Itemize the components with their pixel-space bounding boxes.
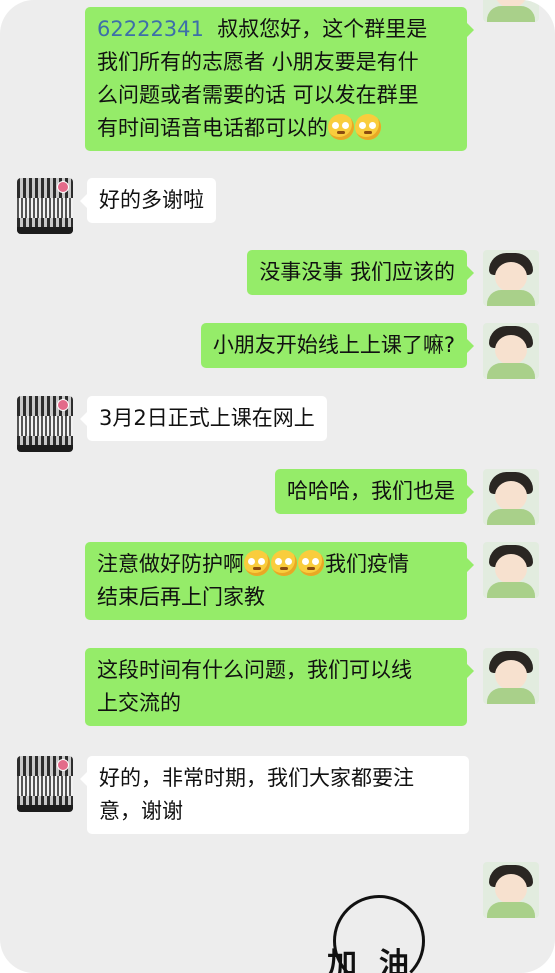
message-text: 哈哈哈，我们也是	[287, 479, 455, 503]
message-bubble-incoming[interactable]: 3月2日正式上课在网上	[80, 396, 327, 441]
message-text: 3月2日正式上课在网上	[99, 406, 315, 430]
message-text: 好的多谢啦	[99, 188, 204, 212]
message-text: 小朋友开始线上上课了嘛?	[212, 333, 455, 357]
message-text: 没事没事 我们应该的	[259, 260, 455, 284]
message-bubble-outgoing[interactable]: 注意做好防护啊 我们疫情 结束后再上门家教	[85, 542, 474, 620]
dizzy-face-emoji	[271, 550, 297, 576]
chat-screen: 62222341 叔叔您好，这个群里是 我们所有的志愿者 小朋友要是有什 么问题…	[0, 0, 555, 973]
message-bubble-outgoing[interactable]: 小朋友开始线上上课了嘛?	[200, 323, 475, 368]
avatar[interactable]	[17, 396, 73, 452]
avatar[interactable]	[483, 323, 539, 379]
dizzy-face-emoji	[298, 550, 324, 576]
message-bubble-incoming[interactable]: 好的多谢啦	[80, 178, 216, 223]
avatar[interactable]	[483, 542, 539, 598]
message-text: 这段时间有什么问题，我们可以线 上交流的	[97, 658, 412, 715]
watermark: 加油	[327, 895, 437, 973]
avatar[interactable]	[483, 0, 539, 22]
message-bubble-outgoing[interactable]: 哈哈哈，我们也是	[275, 469, 474, 514]
dizzy-face-emoji	[328, 114, 354, 140]
phone-number-link[interactable]: 62222341	[97, 17, 204, 41]
message-bubble-outgoing[interactable]: 这段时间有什么问题，我们可以线 上交流的	[85, 648, 474, 726]
avatar[interactable]	[17, 178, 73, 234]
avatar[interactable]	[17, 756, 73, 812]
message-bubble-outgoing[interactable]: 62222341 叔叔您好，这个群里是 我们所有的志愿者 小朋友要是有什 么问题…	[85, 7, 474, 151]
avatar[interactable]	[483, 469, 539, 525]
message-text: 注意做好防护啊	[97, 552, 244, 576]
avatar[interactable]	[483, 648, 539, 704]
avatar[interactable]	[483, 250, 539, 306]
watermark-text: 加油	[327, 947, 431, 973]
message-bubble-outgoing[interactable]: 没事没事 我们应该的	[247, 250, 474, 295]
message-text: 好的，非常时期，我们大家都要注 意，谢谢	[99, 766, 414, 823]
dizzy-face-emoji	[244, 550, 270, 576]
dizzy-face-emoji	[355, 114, 381, 140]
avatar[interactable]	[483, 862, 539, 918]
message-bubble-incoming[interactable]: 好的，非常时期，我们大家都要注 意，谢谢	[80, 756, 469, 834]
